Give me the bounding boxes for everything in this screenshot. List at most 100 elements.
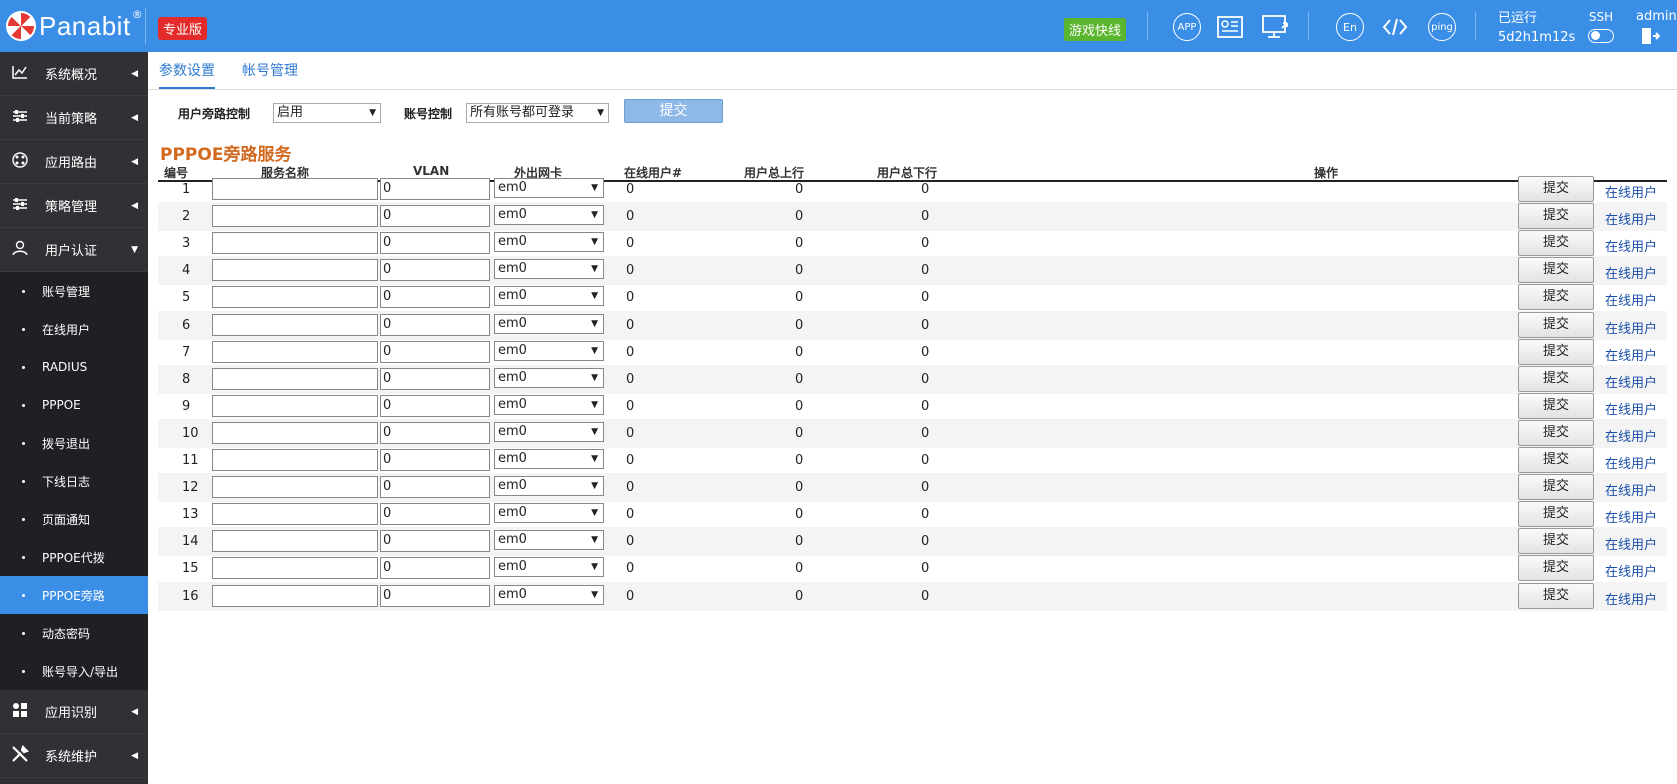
- service-name-input[interactable]: [212, 340, 378, 363]
- interface-select[interactable]: em0 ▼: [494, 232, 604, 253]
- row-submit-button[interactable]: 提交: [1518, 528, 1594, 555]
- sidebar-subitem-radius[interactable]: RADIUS: [0, 348, 148, 386]
- interface-select[interactable]: em0 ▼: [494, 286, 604, 307]
- online-users-link[interactable]: 在线用户: [1605, 182, 1657, 201]
- interface-select[interactable]: em0 ▼: [494, 313, 604, 334]
- online-users-link[interactable]: 在线用户: [1605, 345, 1657, 364]
- interface-select[interactable]: em0 ▼: [494, 530, 604, 551]
- online-users-link[interactable]: 在线用户: [1605, 453, 1657, 472]
- sidebar-item-app-identification[interactable]: 应用识别 ◀: [0, 690, 148, 734]
- service-name-input[interactable]: [212, 232, 378, 255]
- report-icon[interactable]: [1216, 13, 1244, 41]
- sidebar-item-policy-management[interactable]: 策略管理 ◀: [0, 184, 148, 228]
- service-name-input[interactable]: [212, 178, 378, 200]
- vlan-input[interactable]: 0: [380, 232, 490, 255]
- row-submit-button[interactable]: 提交: [1518, 203, 1594, 230]
- row-submit-button[interactable]: 提交: [1518, 311, 1594, 338]
- vlan-input[interactable]: 0: [380, 394, 490, 417]
- row-submit-button[interactable]: 提交: [1518, 257, 1594, 284]
- vlan-input[interactable]: 0: [380, 178, 490, 200]
- vlan-input[interactable]: 0: [380, 584, 490, 607]
- ssh-toggle[interactable]: [1588, 29, 1614, 43]
- service-name-input[interactable]: [212, 394, 378, 417]
- vlan-input[interactable]: 0: [380, 503, 490, 526]
- interface-select[interactable]: em0 ▼: [494, 259, 604, 280]
- sidebar-subitem-pppoe-bypass[interactable]: PPPOE旁路: [0, 576, 148, 614]
- sidebar-subitem-online-users[interactable]: 在线用户: [0, 310, 148, 348]
- online-users-link[interactable]: 在线用户: [1605, 507, 1657, 526]
- en-language-icon[interactable]: En: [1336, 13, 1364, 41]
- logout-icon[interactable]: [1640, 27, 1677, 49]
- interface-select[interactable]: em0 ▼: [494, 178, 604, 198]
- row-submit-button[interactable]: 提交: [1518, 419, 1594, 446]
- vlan-input[interactable]: 0: [380, 286, 490, 309]
- online-users-link[interactable]: 在线用户: [1605, 236, 1657, 255]
- monitor-upload-icon[interactable]: [1262, 13, 1290, 41]
- vlan-input[interactable]: 0: [380, 313, 490, 336]
- row-submit-button[interactable]: 提交: [1518, 474, 1594, 501]
- service-name-input[interactable]: [212, 476, 378, 499]
- vlan-input[interactable]: 0: [380, 557, 490, 580]
- sidebar-item-system-maintenance[interactable]: 系统维护 ◀: [0, 734, 148, 778]
- online-users-link[interactable]: 在线用户: [1605, 263, 1657, 282]
- row-submit-button[interactable]: 提交: [1518, 555, 1594, 582]
- vlan-input[interactable]: 0: [380, 421, 490, 444]
- row-submit-button[interactable]: 提交: [1518, 338, 1594, 365]
- vlan-input[interactable]: 0: [380, 530, 490, 553]
- online-users-link[interactable]: 在线用户: [1605, 480, 1657, 499]
- username[interactable]: admin: [1636, 9, 1677, 24]
- sidebar-item-current-policy[interactable]: 当前策略 ◀: [0, 96, 148, 140]
- ping-icon[interactable]: ping: [1428, 13, 1456, 41]
- service-name-input[interactable]: [212, 584, 378, 607]
- sidebar-subitem-dynamic-password[interactable]: 动态密码: [0, 614, 148, 652]
- sidebar-item-user-auth[interactable]: 用户认证 ▼: [0, 228, 148, 272]
- vlan-input[interactable]: 0: [380, 340, 490, 363]
- interface-select[interactable]: em0 ▼: [494, 340, 604, 361]
- interface-select[interactable]: em0 ▼: [494, 584, 604, 605]
- filter-submit-button[interactable]: 提交: [624, 99, 723, 123]
- panabit-logo[interactable]: Panabit ®: [6, 8, 143, 44]
- sidebar-subitem-account-mgmt[interactable]: 账号管理: [0, 272, 148, 310]
- interface-select[interactable]: em0 ▼: [494, 421, 604, 442]
- row-submit-button[interactable]: 提交: [1518, 447, 1594, 473]
- sidebar-subitem-account-import-export[interactable]: 账号导入/导出: [0, 652, 148, 690]
- row-submit-button[interactable]: 提交: [1518, 230, 1594, 257]
- sidebar-subitem-pppoe-proxy-dial[interactable]: PPPOE代拨: [0, 538, 148, 576]
- sidebar-subitem-pppoe[interactable]: PPPOE: [0, 386, 148, 424]
- vlan-input[interactable]: 0: [380, 476, 490, 499]
- service-name-input[interactable]: [212, 449, 378, 471]
- interface-select[interactable]: em0 ▼: [494, 557, 604, 578]
- interface-select[interactable]: em0 ▼: [494, 367, 604, 388]
- online-users-link[interactable]: 在线用户: [1605, 534, 1657, 553]
- online-users-link[interactable]: 在线用户: [1605, 318, 1657, 337]
- interface-select[interactable]: em0 ▼: [494, 449, 604, 469]
- interface-select[interactable]: em0 ▼: [494, 476, 604, 497]
- service-name-input[interactable]: [212, 557, 378, 580]
- online-users-link[interactable]: 在线用户: [1605, 209, 1657, 228]
- online-users-link[interactable]: 在线用户: [1605, 399, 1657, 418]
- service-name-input[interactable]: [212, 205, 378, 228]
- row-submit-button[interactable]: 提交: [1518, 176, 1594, 202]
- service-name-input[interactable]: [212, 259, 378, 282]
- sidebar-subitem-dial-exit[interactable]: 拨号退出: [0, 424, 148, 462]
- service-name-input[interactable]: [212, 367, 378, 390]
- row-submit-button[interactable]: 提交: [1518, 365, 1594, 392]
- online-users-link[interactable]: 在线用户: [1605, 561, 1657, 580]
- vlan-input[interactable]: 0: [380, 259, 490, 282]
- service-name-input[interactable]: [212, 503, 378, 526]
- code-icon[interactable]: [1381, 13, 1409, 41]
- vlan-input[interactable]: 0: [380, 367, 490, 390]
- sidebar-subitem-offline-log[interactable]: 下线日志: [0, 462, 148, 500]
- account-control-select[interactable]: 所有账号都可登录 ▼: [466, 103, 609, 123]
- interface-select[interactable]: em0 ▼: [494, 394, 604, 415]
- row-submit-button[interactable]: 提交: [1518, 392, 1594, 419]
- vlan-input[interactable]: 0: [380, 205, 490, 228]
- online-users-link[interactable]: 在线用户: [1605, 426, 1657, 445]
- game-fastlane-button[interactable]: 游戏快线: [1064, 18, 1127, 41]
- interface-select[interactable]: em0 ▼: [494, 503, 604, 524]
- online-users-link[interactable]: 在线用户: [1605, 589, 1657, 608]
- row-submit-button[interactable]: 提交: [1518, 501, 1594, 528]
- service-name-input[interactable]: [212, 421, 378, 444]
- row-submit-button[interactable]: 提交: [1518, 582, 1594, 609]
- interface-select[interactable]: em0 ▼: [494, 205, 604, 226]
